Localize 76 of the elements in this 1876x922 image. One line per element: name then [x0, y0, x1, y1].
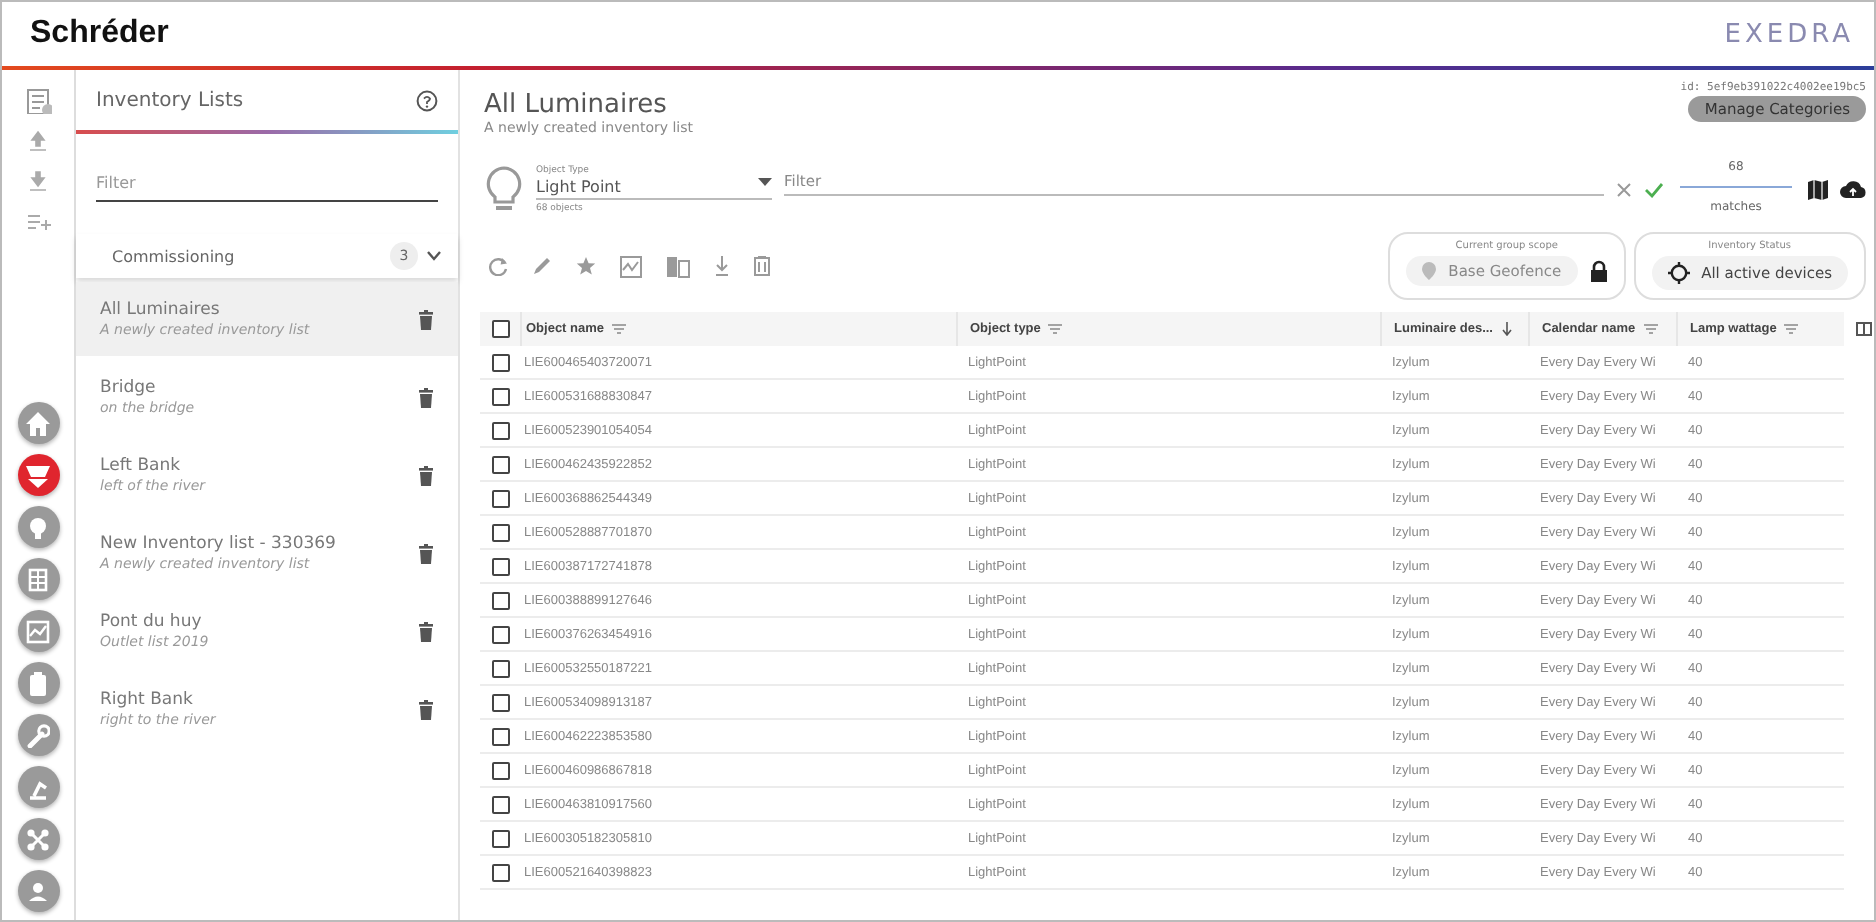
filter-field[interactable]: Filter: [96, 162, 438, 202]
list-name: New Inventory list - 330369: [100, 534, 338, 554]
row-checkbox[interactable]: [492, 625, 510, 643]
list-name: Left Bank: [100, 456, 183, 476]
nav-button[interactable]: [17, 558, 59, 600]
row-checkbox[interactable]: [492, 523, 510, 541]
row-checkbox[interactable]: [492, 829, 510, 847]
columns-icon[interactable]: [1856, 322, 1872, 336]
trash-icon[interactable]: [418, 309, 434, 329]
object-type-dropdown[interactable]: Light Point: [536, 176, 772, 200]
robot-arm-icon: [26, 775, 50, 799]
nav-button[interactable]: [17, 870, 59, 912]
help-icon[interactable]: [416, 89, 438, 111]
logo-text: EXEDRA: [1724, 19, 1854, 49]
refresh-icon[interactable]: [488, 256, 508, 276]
brand-name: Schréder: [30, 16, 169, 52]
trash-icon[interactable]: [418, 543, 434, 563]
row-checkbox[interactable]: [492, 863, 510, 881]
row-checkbox[interactable]: [492, 421, 510, 439]
row-checkbox[interactable]: [492, 727, 510, 745]
home-icon: [26, 411, 50, 435]
matches-line: [1680, 185, 1792, 187]
dropdown-value: Light Point: [536, 178, 621, 196]
star-icon[interactable]: [576, 256, 596, 276]
table-icon: [26, 567, 50, 591]
group-name: Commissioning: [112, 247, 237, 265]
download-icon[interactable]: [714, 256, 730, 276]
row-checkbox[interactable]: [492, 761, 510, 779]
edit-icon[interactable]: [532, 256, 552, 276]
list-name: Pont du huy: [100, 612, 204, 632]
crosshair-icon: [1667, 262, 1690, 284]
row-checkbox[interactable]: [492, 795, 510, 813]
list-name: All Luminaires: [100, 300, 222, 320]
nav-button[interactable]: [17, 402, 59, 444]
chart-icon[interactable]: [620, 255, 642, 277]
bulb-icon: [26, 515, 50, 539]
row-checkbox[interactable]: [492, 591, 510, 609]
nav-button[interactable]: [17, 454, 59, 496]
lock-icon[interactable]: [1589, 260, 1608, 282]
nav-button[interactable]: [17, 818, 59, 860]
row-checkbox[interactable]: [492, 557, 510, 575]
trash-icon[interactable]: [418, 387, 434, 407]
clear-icon[interactable]: [1616, 182, 1632, 198]
user-icon: [26, 879, 50, 903]
check-icon[interactable]: [1644, 182, 1664, 198]
page-title: All Luminaires: [484, 90, 669, 120]
trash-icon[interactable]: [418, 621, 434, 641]
list-name: Bridge: [100, 378, 158, 398]
battery-icon: [26, 671, 50, 695]
row-checkbox[interactable]: [492, 455, 510, 473]
dropdown-arrow-icon: [758, 178, 772, 186]
row-checkbox[interactable]: [492, 387, 510, 405]
cloud-upload-icon[interactable]: [1840, 180, 1866, 200]
row-checkbox[interactable]: [492, 353, 510, 371]
nav-button[interactable]: [17, 714, 59, 756]
nav-button[interactable]: [17, 610, 59, 652]
trash-icon[interactable]: [418, 699, 434, 719]
map-icon[interactable]: [1808, 180, 1828, 200]
lightbulb-icon: [484, 164, 524, 216]
chart-icon: [26, 619, 50, 643]
select-all-checkbox[interactable]: [492, 320, 510, 338]
row-checkbox[interactable]: [492, 659, 510, 677]
location-pin-icon: [1422, 262, 1437, 280]
row-checkbox[interactable]: [492, 693, 510, 711]
trash-icon[interactable]: [418, 465, 434, 485]
row-checkbox[interactable]: [492, 489, 510, 507]
panel-title: Inventory Lists: [96, 89, 244, 111]
list-icon[interactable]: [24, 86, 52, 114]
nav-button[interactable]: [17, 766, 59, 808]
nav-button[interactable]: [17, 662, 59, 704]
chevron-down-icon: [426, 250, 442, 262]
nav-button[interactable]: [17, 506, 59, 548]
lamp-icon: [26, 463, 50, 487]
drone-icon: [26, 827, 50, 851]
list-name: Right Bank: [100, 690, 195, 710]
wrench-icon: [26, 723, 50, 747]
